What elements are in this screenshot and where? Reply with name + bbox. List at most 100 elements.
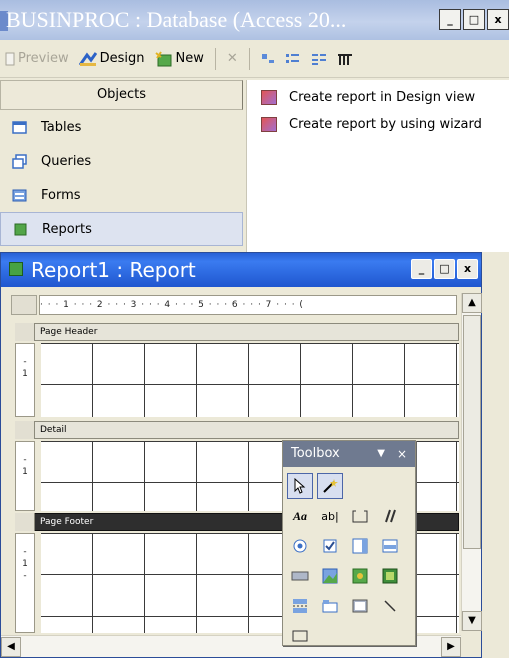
wand-icon	[323, 479, 338, 493]
report-selector[interactable]	[11, 295, 37, 315]
tables-icon	[12, 120, 27, 134]
toolbox-close-button[interactable]: ×	[397, 441, 407, 467]
new-button[interactable]: New	[152, 50, 207, 67]
objects-item-tables[interactable]: Tables	[0, 110, 243, 144]
page-header-section[interactable]	[41, 343, 459, 417]
subform-tool[interactable]	[347, 593, 373, 619]
toolbox-titlebar[interactable]: Toolbox ▼ ×	[283, 441, 415, 467]
delete-button[interactable]: ✕	[224, 51, 241, 66]
scroll-up-button[interactable]: ▲	[462, 293, 482, 313]
database-toolbar: Preview Design New ✕	[0, 40, 509, 78]
text-box-tool[interactable]: ab|	[317, 503, 343, 529]
section-label: Detail	[40, 425, 67, 435]
option-button-icon	[293, 539, 307, 553]
preview-button[interactable]: Preview	[2, 51, 72, 66]
page-break-tool[interactable]	[287, 593, 313, 619]
list-box-tool[interactable]	[377, 533, 403, 559]
objects-item-queries[interactable]: Queries	[0, 144, 243, 178]
report-close-button[interactable]: x	[457, 259, 478, 279]
objects-item-reports[interactable]: Reports	[0, 212, 243, 246]
check-box-tool[interactable]	[317, 533, 343, 559]
option-group-tool[interactable]	[347, 503, 373, 529]
details-button[interactable]	[334, 52, 356, 66]
scroll-right-button[interactable]: ▶	[441, 637, 461, 657]
db-minimize-button[interactable]: _	[439, 9, 461, 30]
unbound-object-frame-icon	[352, 568, 368, 584]
report-wizard-icon	[261, 117, 277, 132]
small-icons-button[interactable]	[282, 52, 304, 66]
tab-control-icon	[322, 600, 338, 613]
forms-icon	[12, 189, 27, 201]
vruler-mark: 1	[22, 369, 28, 379]
horizontal-ruler[interactable]: · · · 1 · · · 2 · · · 3 · · · 4 · · · 5 …	[39, 295, 457, 315]
vruler-mark: 1	[22, 559, 28, 569]
database-window-titlebar[interactable]: BUSINPROC : Database (Access 20... _ □ x	[0, 0, 509, 40]
option-group-icon	[352, 509, 368, 523]
section-selector[interactable]	[15, 323, 35, 341]
combo-box-tool[interactable]	[347, 533, 373, 559]
preview-icon	[5, 52, 15, 65]
combo-box-icon	[352, 538, 368, 554]
toolbox-dropdown-icon[interactable]: ▼	[377, 441, 385, 467]
details-icon	[337, 53, 352, 65]
report-window-titlebar[interactable]: Report1 : Report _ □ x	[1, 253, 481, 287]
text-box-tool-icon: ab|	[321, 509, 339, 523]
db-maximize-button[interactable]: □	[463, 9, 485, 30]
objects-item-label: Tables	[41, 119, 82, 135]
line-tool[interactable]	[377, 593, 403, 619]
objects-item-forms[interactable]: Forms	[0, 178, 243, 212]
report-window-title: Report1 : Report	[31, 258, 196, 282]
reports-icon	[14, 223, 27, 235]
objects-item-label: Reports	[42, 221, 92, 237]
section-selector[interactable]	[15, 421, 35, 439]
report-window-icon	[9, 262, 23, 276]
bound-object-frame-tool[interactable]	[377, 563, 403, 589]
list-button[interactable]	[308, 52, 330, 66]
rectangle-icon	[292, 630, 308, 642]
report-maximize-button[interactable]: □	[434, 259, 455, 279]
vruler-mark: 1	[22, 467, 28, 477]
image-tool[interactable]	[317, 563, 343, 589]
report-minimize-button[interactable]: _	[411, 259, 432, 279]
vertical-ruler: -1	[15, 441, 35, 511]
unbound-object-frame-tool[interactable]	[347, 563, 373, 589]
command-button-tool[interactable]	[287, 563, 313, 589]
select-objects-tool[interactable]	[287, 473, 313, 499]
db-close-button[interactable]: x	[487, 9, 509, 30]
list-box-icon	[382, 539, 398, 553]
scroll-left-button[interactable]: ◀	[1, 637, 21, 657]
image-icon	[322, 568, 338, 584]
page-break-icon	[293, 599, 307, 613]
report-design-icon	[261, 90, 277, 105]
scroll-down-button[interactable]: ▼	[462, 611, 482, 631]
vertical-ruler: -1	[15, 343, 35, 417]
create-report-design-view[interactable]: Create report in Design view	[247, 84, 509, 111]
toggle-button-tool[interactable]	[377, 503, 403, 529]
create-report-wizard[interactable]: Create report by using wizard	[247, 111, 509, 138]
command-button-icon	[291, 571, 309, 581]
rectangle-tool[interactable]	[287, 623, 313, 649]
toolbar-separator	[214, 47, 216, 70]
database-window-title: BUSINPROC : Database (Access 20...	[6, 7, 347, 32]
objects-header[interactable]: Objects	[0, 80, 243, 110]
section-label: Page Header	[40, 327, 98, 337]
control-wizards-tool[interactable]	[317, 473, 343, 499]
detail-section-bar[interactable]: Detail	[15, 421, 459, 439]
page-header-section-bar[interactable]: Page Header	[15, 323, 459, 341]
objects-item-label: Queries	[41, 153, 92, 169]
design-button[interactable]: Design	[76, 51, 148, 67]
tab-control-tool[interactable]	[317, 593, 343, 619]
objects-panel: Objects Tables Queries Forms Reports	[0, 80, 243, 252]
vertical-scrollbar[interactable]: ▲ ▼	[461, 293, 482, 631]
large-icons-button[interactable]	[258, 52, 278, 66]
scroll-thumb[interactable]	[463, 315, 481, 549]
toggle-button-icon	[385, 509, 396, 523]
label-tool[interactable]: Aa	[287, 503, 313, 529]
vertical-ruler: -1-	[15, 533, 35, 633]
toolbar-separator	[248, 47, 250, 70]
label-tool-icon: Aa	[292, 508, 307, 523]
check-box-icon	[323, 539, 337, 553]
list-item-label: Create report by using wizard	[289, 117, 482, 132]
option-button-tool[interactable]	[287, 533, 313, 559]
section-selector[interactable]	[15, 513, 35, 531]
